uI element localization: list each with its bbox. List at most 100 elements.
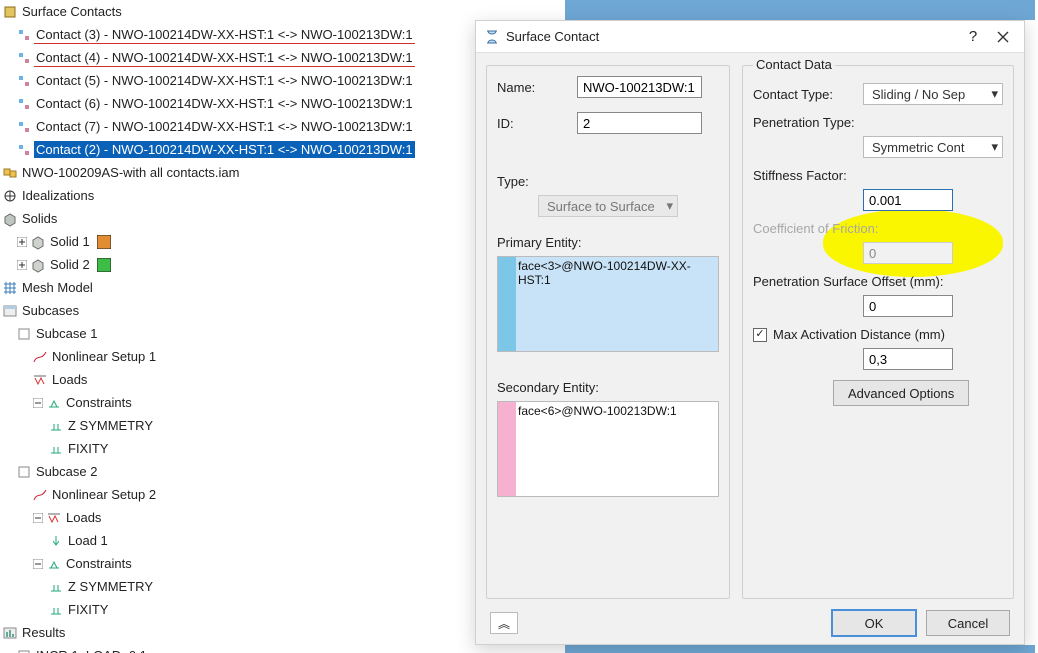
id-input[interactable] — [577, 112, 702, 134]
loads-icon — [46, 510, 62, 526]
penetration-type-value: Symmetric Cont — [872, 140, 964, 155]
tree-label: Contact (7) - NWO-100214DW-XX-HST:1 <-> … — [34, 118, 415, 135]
surface-contact-dialog: Surface Contact ? Name: ID: Type: Surfac… — [475, 20, 1025, 645]
offset-label: Penetration Surface Offset (mm): — [753, 274, 944, 289]
tree-label: Z SYMMETRY — [66, 417, 155, 434]
constraint-icon — [48, 602, 64, 618]
color-swatch-orange-icon — [96, 234, 112, 250]
results-icon — [2, 625, 18, 641]
contact-data-group-title: Contact Data — [753, 57, 835, 72]
tree-label: Subcase 2 — [34, 463, 99, 480]
dialog-footer: ︽ OK Cancel — [476, 610, 1024, 636]
tree-node-incr[interactable]: INCR 1, LOAD=0.1 — [0, 644, 560, 653]
idealizations-icon — [2, 188, 18, 204]
nonlinear-icon — [32, 487, 48, 503]
tree-label: FIXITY — [66, 601, 110, 618]
friction-input — [863, 242, 953, 264]
tree-label: Solid 2 — [48, 256, 92, 273]
dialog-titlebar[interactable]: Surface Contact ? — [476, 21, 1024, 53]
tree-label: Contact (3) - NWO-100214DW-XX-HST:1 <-> … — [34, 26, 415, 44]
collapse-icon[interactable] — [32, 512, 44, 524]
type-combo: Surface to Surface ▾ — [538, 195, 678, 217]
parent-window-strip — [565, 0, 1035, 20]
close-icon — [997, 31, 1009, 43]
type-combo-value: Surface to Surface — [547, 199, 655, 214]
help-button[interactable]: ? — [958, 25, 988, 49]
tree-label: INCR 1, LOAD=0.1 — [34, 647, 149, 653]
secondary-entity-item[interactable]: face<6>@NWO-100213DW:1 — [518, 404, 677, 418]
primary-entity-item[interactable]: face<3>@NWO-100214DW-XX-HST:1 — [518, 259, 718, 287]
constraints-icon — [46, 395, 62, 411]
color-swatch-green-icon — [96, 257, 112, 273]
double-chevron-up-icon: ︽ — [498, 615, 510, 632]
checkbox-checked-icon: ✓ — [753, 328, 767, 342]
tree-label: Surface Contacts — [20, 3, 124, 20]
solid-icon — [30, 234, 46, 250]
expand-icon[interactable] — [16, 236, 28, 248]
subcase-icon — [16, 326, 32, 342]
tree-label: Contact (4) - NWO-100214DW-XX-HST:1 <-> … — [34, 49, 415, 67]
secondary-entity-label: Secondary Entity: — [497, 380, 719, 395]
max-activation-checkbox[interactable]: ✓ Max Activation Distance (mm) — [753, 327, 945, 342]
close-button[interactable] — [988, 25, 1018, 49]
loads-icon — [32, 372, 48, 388]
chevron-down-icon: ▾ — [991, 86, 998, 102]
tree-label: Subcases — [20, 302, 81, 319]
max-activation-input[interactable] — [863, 348, 953, 370]
chevron-down-icon: ▾ — [666, 198, 673, 214]
friction-label: Coefficient of Friction: — [753, 221, 878, 236]
stiffness-factor-label: Stiffness Factor: — [753, 168, 847, 183]
collapse-icon[interactable] — [32, 397, 44, 409]
tree-label: Constraints — [64, 555, 134, 572]
tree-label: FIXITY — [66, 440, 110, 457]
penetration-type-combo[interactable]: Symmetric Cont ▾ — [863, 136, 1003, 158]
constraint-icon — [48, 579, 64, 595]
contact-type-value: Sliding / No Sep — [872, 87, 965, 102]
contact-group-icon — [2, 4, 18, 20]
offset-input[interactable] — [863, 295, 953, 317]
contact-icon — [16, 142, 32, 158]
name-input[interactable] — [577, 76, 702, 98]
subcases-icon — [2, 303, 18, 319]
tree-label: Z SYMMETRY — [66, 578, 155, 595]
solid-icon — [30, 257, 46, 273]
cancel-button[interactable]: Cancel — [926, 610, 1010, 636]
tree-label: Loads — [64, 509, 103, 526]
contact-type-combo[interactable]: Sliding / No Sep ▾ — [863, 83, 1003, 105]
tree-label: Solid 1 — [48, 233, 92, 250]
primary-entity-label: Primary Entity: — [497, 235, 719, 250]
tree-label: Idealizations — [20, 187, 96, 204]
penetration-type-label: Penetration Type: — [753, 115, 855, 130]
collapse-icon[interactable] — [32, 558, 44, 570]
contact-type-label: Contact Type: — [753, 87, 833, 102]
collapse-dialog-button[interactable]: ︽ — [490, 612, 518, 634]
tree-label: Subcase 1 — [34, 325, 99, 342]
id-label: ID: — [497, 116, 577, 131]
assembly-icon — [2, 165, 18, 181]
secondary-entity-list[interactable]: face<6>@NWO-100213DW:1 — [497, 401, 719, 497]
dialog-left-panel: Name: ID: Type: Surface to Surface ▾ Pri… — [486, 65, 730, 599]
tree-label: Solids — [20, 210, 59, 227]
contact-icon — [16, 96, 32, 112]
expand-icon[interactable] — [16, 259, 28, 271]
contact-icon — [16, 27, 32, 43]
contact-icon — [16, 50, 32, 66]
primary-entity-list[interactable]: face<3>@NWO-100214DW-XX-HST:1 — [497, 256, 719, 352]
tree-label: NWO-100209AS-with all contacts.iam — [20, 164, 241, 181]
dialog-body: Name: ID: Type: Surface to Surface ▾ Pri… — [476, 53, 1024, 601]
type-label: Type: — [497, 174, 719, 189]
advanced-options-button[interactable]: Advanced Options — [833, 380, 969, 406]
tree-label: Results — [20, 624, 67, 641]
solids-icon — [2, 211, 18, 227]
tree-label: Contact (6) - NWO-100214DW-XX-HST:1 <-> … — [34, 95, 415, 112]
ok-button[interactable]: OK — [832, 610, 916, 636]
tree-label: Contact (2) - NWO-100214DW-XX-HST:1 <-> … — [34, 141, 415, 158]
contact-icon — [16, 73, 32, 89]
tree-label: Constraints — [64, 394, 134, 411]
tree-label: Loads — [50, 371, 89, 388]
max-activation-label: Max Activation Distance (mm) — [773, 327, 945, 342]
name-label: Name: — [497, 80, 577, 95]
stiffness-factor-input[interactable] — [863, 189, 953, 211]
dialog-right-panel: Contact Data Contact Type: Sliding / No … — [742, 65, 1014, 599]
constraint-icon — [48, 418, 64, 434]
